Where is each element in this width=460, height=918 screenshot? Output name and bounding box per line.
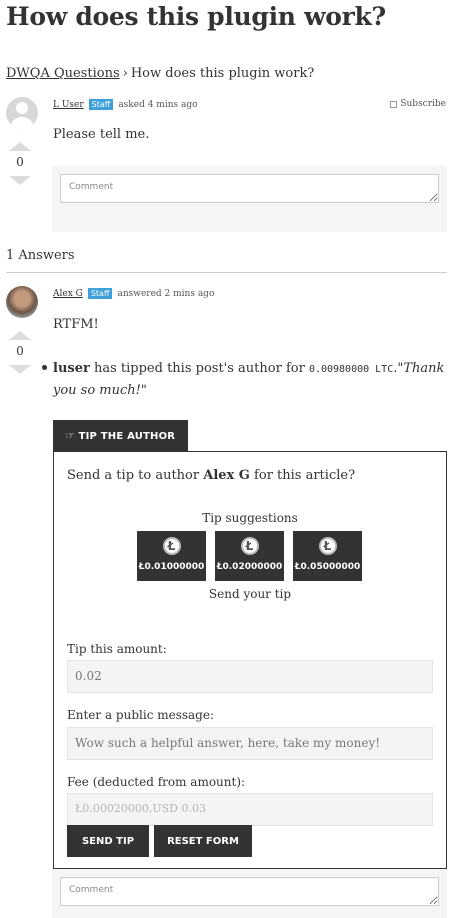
answer-author-link[interactable]: Alex G xyxy=(53,289,83,299)
breadcrumb-separator: › xyxy=(122,66,128,81)
tip-amount-input[interactable]: 0.02 xyxy=(67,660,433,693)
tip-amount-label: Tip this amount: xyxy=(67,642,167,656)
litecoin-icon: Ł xyxy=(318,537,337,555)
tip-suggestions-title: Tip suggestions xyxy=(202,511,298,525)
litecoin-icon: Ł xyxy=(240,537,259,555)
question-time: asked 4 mins ago xyxy=(118,99,198,110)
question-body: Please tell me. xyxy=(53,127,150,142)
question-vote: 0 xyxy=(8,142,32,185)
tip-suggestion-button[interactable]: Ł Ł0.02000000 xyxy=(215,531,284,581)
staff-badge: Staff xyxy=(87,288,113,299)
subscribe-label: Subscribe xyxy=(400,99,446,109)
tip-notice-amount: 0.00980000 LTC xyxy=(308,364,394,375)
tip-notice-text: has tipped this post's author for xyxy=(89,361,309,376)
fee-label: Fee (deducted from amount): xyxy=(67,775,246,789)
breadcrumb-root-link[interactable]: DWQA Questions xyxy=(6,66,120,81)
subscribe-checkbox[interactable] xyxy=(390,100,398,108)
send-your-tip-note: Send your tip xyxy=(208,587,292,601)
question-author-link[interactable]: L User xyxy=(53,100,84,110)
answer-author-avatar[interactable] xyxy=(6,286,38,318)
vote-up-icon[interactable] xyxy=(9,142,31,151)
tip-intro: Send a tip to author Alex G for this art… xyxy=(67,468,355,483)
subscribe-toggle[interactable]: Subscribe xyxy=(390,99,446,109)
tipper-name: luser xyxy=(53,361,90,376)
page-title: How does this plugin work? xyxy=(6,2,386,31)
vote-down-icon[interactable] xyxy=(9,176,31,185)
tip-suggestion-button[interactable]: Ł Ł0.01000000 xyxy=(137,531,206,581)
reset-form-button[interactable]: RESET FORM xyxy=(154,825,252,857)
breadcrumb: DWQA Questions › How does this plugin work… xyxy=(6,66,314,81)
answer-time: answered 2 mins ago xyxy=(117,288,215,299)
question-comment-input[interactable] xyxy=(60,174,439,203)
public-message-label: Enter a public message: xyxy=(67,708,215,722)
litecoin-icon: Ł xyxy=(162,537,181,555)
fee-field: Ł0.00020000,USD 0.03 xyxy=(67,793,433,826)
tip-intro-after: for this article? xyxy=(249,468,356,483)
breadcrumb-current: How does this plugin work? xyxy=(130,66,315,81)
answer-comment-input[interactable] xyxy=(60,877,439,906)
tip-the-author-tab[interactable]: ☞ TIP THE AUTHOR xyxy=(53,420,188,452)
divider xyxy=(6,272,447,273)
tip-panel: Send a tip to author Alex G for this art… xyxy=(53,451,447,869)
answers-count: 1 Answers xyxy=(6,248,75,263)
tip-suggestion-amount: Ł0.02000000 xyxy=(216,562,283,572)
question-comment-area xyxy=(52,166,447,232)
vote-up-icon[interactable] xyxy=(9,331,31,340)
answer-meta: Alex G Staff answered 2 mins ago xyxy=(53,288,214,299)
vote-down-icon[interactable] xyxy=(9,365,31,374)
tip-notice: luser has tipped this post's author for … xyxy=(42,358,447,401)
answer-vote: 0 xyxy=(8,331,32,374)
answer-body: RTFM! xyxy=(53,317,99,332)
vote-count: 0 xyxy=(16,344,24,358)
send-tip-button[interactable]: SEND TIP xyxy=(67,825,149,857)
tip-suggestion-button[interactable]: Ł Ł0.05000000 xyxy=(293,531,362,581)
question-meta: L User Staff asked 4 mins ago xyxy=(53,99,198,110)
public-message-input[interactable]: Wow such a helpful answer, here, take my… xyxy=(67,727,433,760)
tip-suggestion-amount: Ł0.01000000 xyxy=(138,562,205,572)
staff-badge: Staff xyxy=(88,99,114,110)
answer-comment-area xyxy=(52,869,447,918)
tip-intro-before: Send a tip to author xyxy=(67,468,204,483)
tip-intro-author: Alex G xyxy=(203,468,250,483)
vote-count: 0 xyxy=(16,155,24,169)
tip-suggestion-amount: Ł0.05000000 xyxy=(294,562,361,572)
tip-suggestions: Ł Ł0.01000000 Ł Ł0.02000000 Ł Ł0.0500000… xyxy=(137,531,362,581)
question-author-avatar[interactable] xyxy=(6,97,38,129)
